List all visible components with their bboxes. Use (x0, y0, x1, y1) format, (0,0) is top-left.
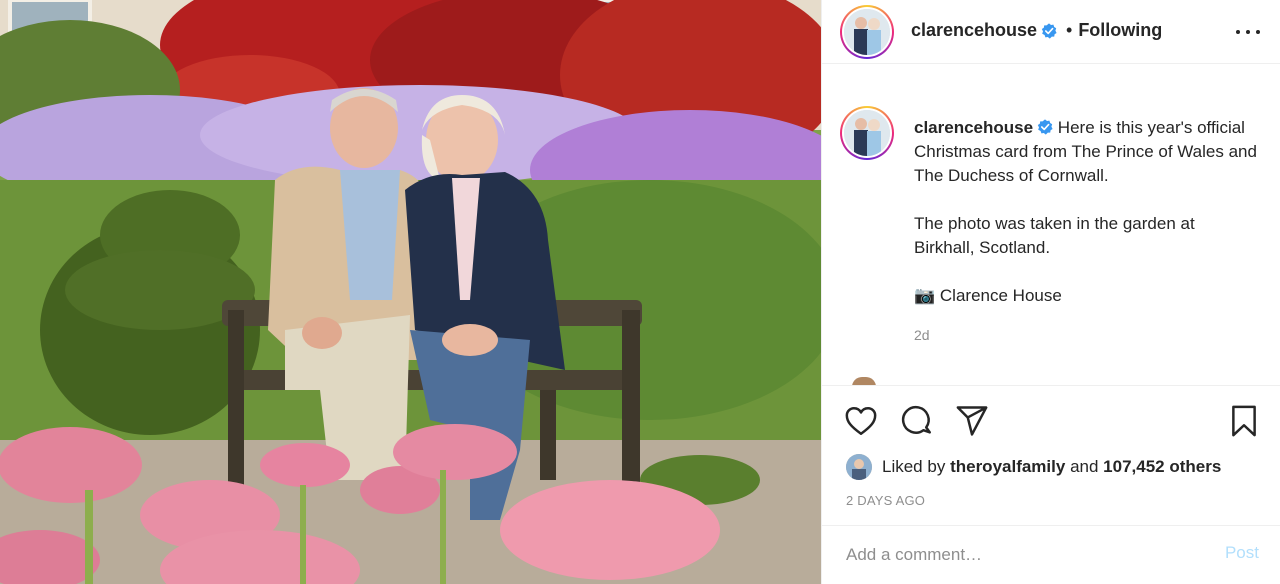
comments-area: clarencehouse Here is this year's offici… (822, 65, 1280, 385)
post-comment-button[interactable]: Post (1225, 543, 1259, 563)
following-button[interactable]: Following (1078, 20, 1162, 40)
follow-separator: • (1066, 20, 1073, 40)
bookmark-icon[interactable] (1227, 404, 1261, 438)
post-date[interactable]: 2 DAYS AGO (846, 493, 925, 508)
camera-icon: 📷 (914, 286, 936, 305)
avatar[interactable] (840, 5, 894, 59)
caption-text-3: Clarence House (939, 286, 1062, 305)
caption-avatar-image (844, 110, 890, 156)
post-actions: Liked by theroyalfamily and 107,452 othe… (822, 385, 1280, 525)
post-side-panel: clarencehouse • Following clarencehouse … (821, 0, 1280, 584)
post-caption: clarencehouse Here is this year's offici… (914, 116, 1259, 308)
liker-avatar-image (846, 454, 872, 480)
likes-joiner: and (1070, 457, 1099, 476)
next-comment-avatar (852, 377, 876, 385)
post-image (0, 0, 821, 584)
caption-username[interactable]: clarencehouse (914, 118, 1033, 137)
comment-form: Post (822, 525, 1280, 584)
avatar-image (844, 9, 890, 55)
share-icon[interactable] (955, 404, 989, 438)
post-photo[interactable] (0, 0, 821, 584)
more-options-icon[interactable] (1235, 20, 1261, 44)
likes-prefix: Liked by (882, 457, 946, 476)
caption-verified-badge-icon (1037, 119, 1053, 135)
follow-status[interactable]: • Following (1066, 20, 1162, 41)
liker-avatar[interactable] (846, 454, 872, 480)
comment-icon[interactable] (900, 404, 934, 438)
header-username[interactable]: clarencehouse (911, 20, 1037, 41)
caption-timestamp[interactable]: 2d (914, 327, 930, 343)
caption-text-2: The photo was taken in the garden at Bir… (914, 214, 1195, 257)
likes-count-link[interactable]: 107,452 others (1103, 457, 1221, 477)
heart-icon[interactable] (844, 404, 878, 438)
likes-user-link[interactable]: theroyalfamily (950, 457, 1065, 477)
post-header: clarencehouse • Following (822, 0, 1280, 64)
likes-summary: Liked by theroyalfamily and 107,452 othe… (846, 452, 1221, 482)
verified-badge-icon (1041, 23, 1057, 39)
caption-avatar[interactable] (840, 106, 894, 160)
comment-input[interactable] (846, 542, 1206, 568)
